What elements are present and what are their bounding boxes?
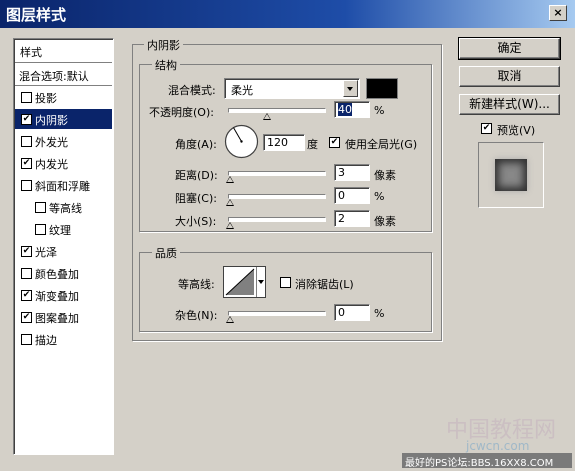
sidebar-item-checkbox[interactable]: ✔ — [21, 246, 32, 257]
distance-input[interactable]: 3 — [334, 164, 370, 181]
antialias-checkbox[interactable] — [280, 277, 291, 288]
sidebar-item-label: 图案叠加 — [35, 312, 79, 325]
sidebar-item-checkbox[interactable]: ✔ — [21, 114, 32, 125]
blend-options-item[interactable]: 混合选项:默认 — [15, 65, 112, 86]
sidebar-item[interactable]: ✔ 图案叠加 — [15, 307, 112, 327]
sidebar-item-checkbox[interactable] — [21, 334, 32, 345]
contour-picker[interactable] — [223, 266, 266, 298]
sidebar-item-label: 投影 — [35, 92, 57, 105]
sidebar-item[interactable]: 外发光 — [15, 131, 112, 151]
opacity-value: 40 — [338, 103, 352, 116]
watermark-footer: 最好的PS论坛:BBS.16XX8.COM — [405, 458, 554, 469]
distance-slider-thumb[interactable] — [226, 176, 234, 183]
contour-label: 等高线: — [178, 278, 215, 291]
angle-input[interactable]: 120 — [263, 134, 305, 151]
blend-mode-label: 混合模式: — [168, 84, 216, 97]
choke-label: 阻塞(C): — [175, 192, 217, 205]
size-input[interactable]: 2 — [334, 210, 370, 227]
distance-unit: 像素 — [374, 169, 396, 182]
antialias-label: 消除锯齿(L) — [295, 278, 354, 291]
sidebar-item[interactable]: 颜色叠加 — [15, 263, 112, 283]
watermark-url: jcwcn.com — [466, 439, 530, 453]
opacity-slider-thumb[interactable] — [263, 113, 271, 120]
sidebar-item-checkbox[interactable] — [21, 92, 32, 103]
angle-dial[interactable] — [223, 123, 260, 160]
new-style-button[interactable]: 新建样式(W)... — [459, 94, 560, 115]
size-label: 大小(S): — [175, 215, 217, 228]
angle-label: 角度(A): — [175, 138, 217, 151]
chevron-down-icon — [343, 80, 358, 97]
size-slider-thumb[interactable] — [226, 222, 234, 229]
quality-title: 品质 — [152, 245, 180, 261]
sidebar-item-label: 光泽 — [35, 246, 57, 259]
blend-color-swatch[interactable] — [366, 78, 398, 99]
choke-input[interactable]: 0 — [334, 187, 370, 204]
sidebar-item-label: 渐变叠加 — [35, 290, 79, 303]
noise-slider-track[interactable] — [228, 311, 326, 316]
sidebar-item-label: 斜面和浮雕 — [35, 180, 90, 193]
global-light-checkbox[interactable]: ✔ — [329, 137, 340, 148]
blend-mode-select[interactable]: 柔光 — [224, 78, 360, 99]
global-light-label: 使用全局光(G) — [345, 138, 418, 151]
sidebar-item-checkbox[interactable]: ✔ — [21, 312, 32, 323]
window-title: 图层样式 — [6, 6, 67, 24]
style-preview — [478, 142, 544, 208]
styles-list: 样式 混合选项:默认 投影 ✔ 内阴影 外发光 ✔ 内发光 斜面和浮雕 等高线 纹理 ✔ 光泽 颜色叠… — [13, 38, 114, 455]
sidebar-item-checkbox[interactable] — [21, 268, 32, 279]
sidebar-item[interactable]: 投影 — [15, 87, 112, 107]
opacity-label: 不透明度(O): — [149, 106, 214, 119]
structure-title: 结构 — [152, 57, 180, 73]
sidebar-item[interactable]: 描边 — [15, 329, 112, 349]
noise-label: 杂色(N): — [175, 309, 218, 322]
sidebar-item[interactable]: ✔ 光泽 — [15, 241, 112, 261]
distance-label: 距离(D): — [175, 169, 218, 182]
sidebar-item-checkbox[interactable]: ✔ — [21, 290, 32, 301]
preview-label: 预览(V) — [497, 124, 536, 137]
sidebar-item-label: 内发光 — [35, 158, 68, 171]
noise-slider-thumb[interactable] — [226, 316, 234, 323]
sidebar-item-label: 描边 — [35, 334, 57, 347]
close-button[interactable]: × — [549, 5, 567, 21]
opacity-slider-track[interactable] — [228, 108, 326, 113]
ok-button[interactable]: 确定 — [458, 37, 561, 60]
opacity-input[interactable]: 40 — [334, 101, 370, 118]
choke-unit: % — [374, 190, 385, 203]
sidebar-item-checkbox[interactable]: ✔ — [21, 158, 32, 169]
sidebar-item-checkbox[interactable] — [35, 224, 46, 235]
sidebar-item-label: 等高线 — [49, 202, 82, 215]
cancel-button[interactable]: 取消 — [459, 66, 560, 87]
preview-swatch — [495, 159, 527, 191]
size-unit: 像素 — [374, 215, 396, 228]
opacity-unit: % — [374, 104, 385, 117]
sidebar-item-checkbox[interactable] — [21, 180, 32, 191]
sidebar-item[interactable]: ✔ 内发光 — [15, 153, 112, 173]
sidebar-item-label: 颜色叠加 — [35, 268, 79, 281]
blend-options-label: 混合选项:默认 — [19, 70, 89, 83]
size-slider-track[interactable] — [228, 217, 326, 222]
sidebar-item-label: 内阴影 — [35, 114, 68, 127]
choke-slider-track[interactable] — [228, 194, 326, 199]
noise-input[interactable]: 0 — [334, 304, 370, 321]
sidebar-item[interactable]: 纹理 — [15, 219, 112, 239]
preview-checkbox[interactable]: ✔ — [481, 123, 492, 134]
choke-slider-thumb[interactable] — [226, 199, 234, 206]
sidebar-item-checkbox[interactable] — [35, 202, 46, 213]
inner-shadow-title: 内阴影 — [144, 37, 183, 53]
angle-unit: 度 — [307, 138, 318, 151]
distance-slider-track[interactable] — [228, 171, 326, 176]
sidebar-item-label: 外发光 — [35, 136, 68, 149]
styles-header-label: 样式 — [20, 46, 42, 59]
noise-unit: % — [374, 307, 385, 320]
styles-header[interactable]: 样式 — [15, 40, 112, 63]
sidebar-item[interactable]: 斜面和浮雕 — [15, 175, 112, 195]
sidebar-item[interactable]: ✔ 内阴影 — [15, 109, 112, 129]
sidebar-item-label: 纹理 — [49, 224, 71, 237]
blend-mode-value: 柔光 — [231, 84, 253, 97]
sidebar-item-checkbox[interactable] — [21, 136, 32, 147]
sidebar-item[interactable]: 等高线 — [15, 197, 112, 217]
title-bar — [0, 0, 575, 28]
sidebar-item[interactable]: ✔ 渐变叠加 — [15, 285, 112, 305]
